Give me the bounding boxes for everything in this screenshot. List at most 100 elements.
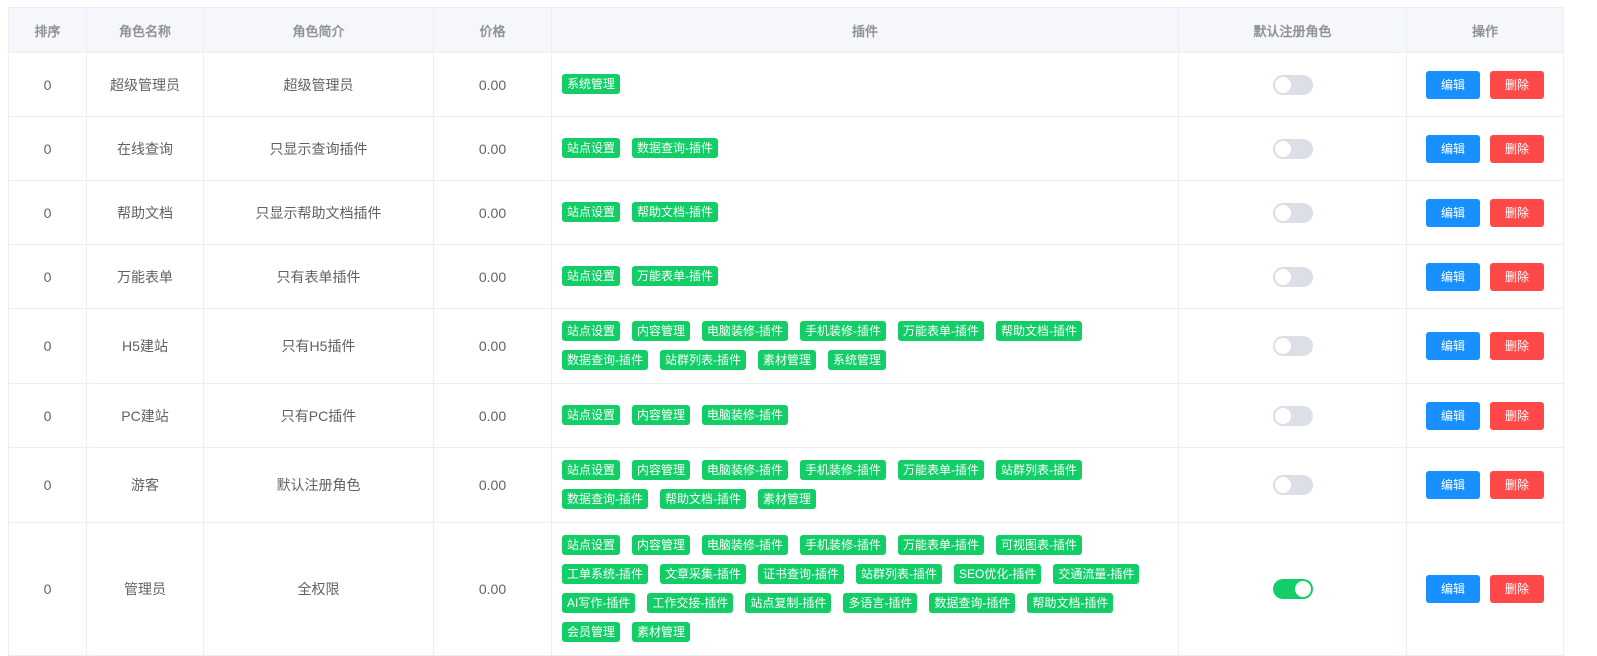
delete-button[interactable]: 删除 [1490, 575, 1544, 603]
plugin-tag: 电脑装修-插件 [702, 321, 789, 341]
switch-knob [1294, 581, 1311, 597]
default-role-switch[interactable] [1272, 405, 1313, 426]
switch-knob [1274, 140, 1291, 157]
cell-actions: 编辑 删除 [1406, 383, 1564, 448]
plugin-tag: 数据查询-插件 [929, 593, 1016, 613]
cell-plugins: 站点设置 内容管理 电脑装修-插件 手机装修-插件 万能表单-插件 可视图表-插件工单系统… [551, 522, 1179, 656]
plugin-tag: 素材管理 [758, 350, 817, 370]
plugin-tag: 站点复制-插件 [745, 593, 832, 613]
switch-knob [1274, 407, 1291, 424]
default-role-switch[interactable] [1272, 74, 1313, 95]
plugin-tag: 帮助文档-插件 [632, 202, 719, 222]
plugin-tag: 数据查询-插件 [562, 489, 648, 509]
plugin-tag: 站群列表-插件 [996, 460, 1083, 480]
switch-knob [1274, 268, 1291, 285]
plugin-tag: 内容管理 [632, 460, 691, 480]
plugin-tag: 内容管理 [632, 405, 691, 425]
cell-default-role [1178, 447, 1407, 523]
plugin-tag: 万能表单-插件 [898, 460, 985, 480]
cell-default-role [1178, 244, 1407, 309]
cell-role-desc: 只显示帮助文档插件 [203, 180, 434, 245]
cell-role-desc: 只显示查询插件 [203, 116, 434, 181]
cell-price: 0.00 [433, 116, 552, 181]
header-plugins: 插件 [551, 7, 1179, 53]
cell-plugins: 站点设置 数据查询-插件 [551, 116, 1179, 181]
plugin-tag: 交通流量-插件 [1053, 564, 1140, 584]
delete-button[interactable]: 删除 [1490, 262, 1544, 291]
plugin-tag: 站点设置 [562, 202, 621, 222]
plugin-tag: 站点设置 [562, 138, 621, 158]
edit-button[interactable]: 编辑 [1426, 134, 1480, 163]
edit-button[interactable]: 编辑 [1426, 575, 1480, 603]
cell-role-desc: 只有表单插件 [203, 244, 434, 309]
header-sort: 排序 [8, 7, 87, 53]
cell-role-desc: 全权限 [203, 522, 434, 656]
cell-sort: 0 [8, 383, 87, 448]
cell-actions: 编辑 删除 [1406, 522, 1564, 656]
default-role-switch[interactable] [1272, 202, 1313, 223]
plugin-tag: 系统管理 [562, 74, 621, 94]
edit-button[interactable]: 编辑 [1426, 471, 1480, 499]
plugin-tag: 电脑装修-插件 [702, 405, 789, 425]
cell-role-desc: 超级管理员 [203, 52, 434, 117]
cell-role-name: 帮助文档 [86, 180, 204, 245]
default-role-switch[interactable] [1272, 138, 1313, 159]
plugin-tag: 站点设置 [562, 460, 621, 480]
cell-sort: 0 [8, 180, 87, 245]
plugin-tag: 手机装修-插件 [800, 460, 887, 480]
plugin-tag: 系统管理 [828, 350, 887, 370]
plugin-tag: 万能表单-插件 [898, 535, 985, 555]
table-row: 0 万能表单 只有表单插件 0.00 站点设置 万能表单-插件 编辑 删除 [8, 244, 1564, 309]
cell-role-desc: 只有PC插件 [203, 383, 434, 448]
cell-sort: 0 [8, 522, 87, 656]
switch-knob [1274, 76, 1291, 93]
cell-default-role [1178, 308, 1407, 384]
default-role-switch[interactable] [1272, 266, 1313, 287]
plugin-tag: 数据查询-插件 [632, 138, 719, 158]
plugin-tag: 站点设置 [562, 321, 621, 341]
cell-price: 0.00 [433, 522, 552, 656]
plugin-tag: 内容管理 [632, 321, 691, 341]
plugin-tag: 工作交接-插件 [647, 593, 734, 613]
plugin-tag: 数据查询-插件 [562, 350, 648, 370]
cell-sort: 0 [8, 52, 87, 117]
cell-actions: 编辑 删除 [1406, 308, 1564, 384]
cell-price: 0.00 [433, 52, 552, 117]
edit-button[interactable]: 编辑 [1426, 198, 1480, 227]
cell-price: 0.00 [433, 180, 552, 245]
plugin-tag: 站群列表-插件 [856, 564, 942, 584]
plugin-tag: 可视图表-插件 [996, 535, 1083, 555]
delete-button[interactable]: 删除 [1490, 332, 1544, 360]
plugin-tag: 帮助文档-插件 [1027, 593, 1114, 613]
edit-button[interactable]: 编辑 [1426, 70, 1480, 99]
cell-actions: 编辑 删除 [1406, 447, 1564, 523]
header-actions: 操作 [1406, 7, 1564, 53]
switch-knob [1274, 204, 1291, 221]
cell-sort: 0 [8, 116, 87, 181]
cell-plugins: 系统管理 [551, 52, 1179, 117]
default-role-switch[interactable] [1272, 336, 1313, 356]
plugin-tag: 站点设置 [562, 535, 621, 555]
delete-button[interactable]: 删除 [1490, 134, 1544, 163]
header-price: 价格 [433, 7, 552, 53]
table-row: 0 游客 默认注册角色 0.00 站点设置 内容管理 电脑装修-插件 手机装修-插件 万能表单-… [8, 447, 1564, 523]
default-role-switch[interactable] [1272, 579, 1313, 599]
cell-default-role [1178, 522, 1407, 656]
plugin-tag: 站群列表-插件 [660, 350, 746, 370]
plugin-tag: 证书查询-插件 [758, 564, 844, 584]
edit-button[interactable]: 编辑 [1426, 332, 1480, 360]
delete-button[interactable]: 删除 [1490, 401, 1544, 430]
plugin-tag: 内容管理 [632, 535, 691, 555]
plugin-tag: 会员管理 [562, 622, 621, 642]
delete-button[interactable]: 删除 [1490, 198, 1544, 227]
edit-button[interactable]: 编辑 [1426, 262, 1480, 291]
delete-button[interactable]: 删除 [1490, 471, 1544, 499]
plugin-tag: 电脑装修-插件 [702, 535, 789, 555]
cell-default-role [1178, 383, 1407, 448]
default-role-switch[interactable] [1272, 475, 1313, 495]
plugin-tag: 万能表单-插件 [632, 266, 719, 286]
edit-button[interactable]: 编辑 [1426, 401, 1480, 430]
plugin-tag: AI写作-插件 [562, 593, 636, 613]
cell-sort: 0 [8, 447, 87, 523]
delete-button[interactable]: 删除 [1490, 70, 1544, 99]
